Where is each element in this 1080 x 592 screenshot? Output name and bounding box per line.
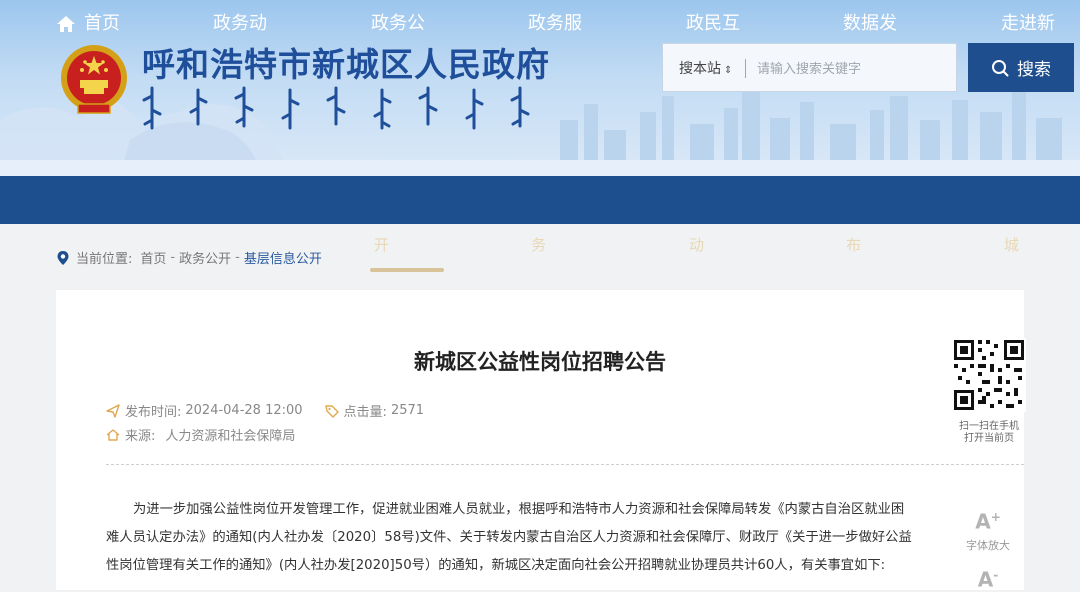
nav-item-data-release[interactable]: 数据发 [843, 0, 897, 48]
breadcrumb-separator: - [235, 250, 240, 265]
article-card: 新城区公益性岗位招聘公告 发布时间: 2024-04-28 12:00 点击量:… [56, 290, 1026, 591]
search-input[interactable] [755, 54, 949, 84]
meta-divider [106, 464, 1024, 465]
nav-overflow-text: 务 [531, 236, 547, 254]
views-value: 2571 [390, 403, 425, 418]
search-icon [992, 59, 1009, 76]
nav-item-services[interactable]: 政务服 [528, 0, 582, 48]
tag-icon [324, 404, 339, 418]
nav-item-news[interactable]: 政务动 [213, 0, 267, 48]
breadcrumb-separator: - [170, 250, 176, 265]
qr-caption-line: 扫一扫在手机 [959, 421, 1019, 432]
breadcrumb-current[interactable]: 基层信息公开 [244, 248, 322, 267]
breadcrumb-home[interactable]: 首页 [140, 248, 166, 267]
font-decrease-sign: - [993, 568, 999, 582]
search-button[interactable]: 搜索 [968, 43, 1074, 92]
source-row: 来源: 人力资源和社会保障局 [106, 425, 295, 444]
font-increase-glyph: A [975, 509, 991, 534]
main-nav [0, 176, 1080, 224]
source-label: 来源: [125, 429, 156, 444]
breadcrumb: 当前位置: 首页 - 政务公开 - 基层信息公开 [56, 248, 322, 267]
publish-time-value: 2024-04-28 12:00 [185, 403, 303, 418]
breadcrumb-open-government[interactable]: 政务公开 [179, 248, 231, 267]
qr-caption: 扫一扫在手机 打开当前页 [936, 421, 1042, 445]
search-scope-dropdown[interactable]: 搜本站 ⇕ [679, 58, 732, 78]
search-scope-label: 搜本站 [679, 61, 721, 77]
publish-time-label: 发布时间: [125, 405, 182, 420]
nav-overflow-text: 城 [1004, 236, 1020, 254]
nav-item-label: 首页 [84, 13, 120, 34]
font-decrease-glyph: A [977, 567, 994, 592]
qr-code [952, 338, 1026, 412]
search-box: 搜本站 ⇕ [662, 43, 957, 92]
chevron-updown-icon: ⇕ [724, 65, 733, 76]
location-pin-icon [57, 250, 69, 265]
nav-overflow-text: 开 [374, 236, 390, 254]
mongolian-script-title [142, 86, 530, 130]
nav-item-interaction[interactable]: 政民互 [686, 0, 740, 48]
site-title: 呼和浩特市新城区人民政府 [142, 45, 550, 84]
font-increase-sign: + [990, 510, 1001, 524]
nav-overflow-text: 动 [689, 236, 705, 254]
font-size-increase-button[interactable]: A+ 字体放大 [953, 506, 1023, 553]
search-button-label: 搜索 [1017, 60, 1051, 80]
national-emblem-logo [61, 45, 127, 114]
nav-overflow-text: 布 [846, 236, 862, 254]
article-title: 新城区公益性岗位招聘公告 [414, 350, 666, 374]
search-divider [745, 59, 746, 78]
active-nav-indicator [370, 268, 444, 272]
font-increase-icon: A+ [953, 506, 1023, 533]
home-icon [57, 16, 75, 32]
font-increase-label: 字体放大 [966, 538, 1010, 552]
nav-item-about-xincheng[interactable]: 走进新 [1001, 0, 1055, 48]
source-value: 人力资源和社会保障局 [165, 429, 296, 444]
article-body: 为进一步加强公益性岗位开发管理工作，促进就业困难人员就业，根据呼和浩特市人力资源… [106, 502, 912, 573]
breadcrumb-prefix: 当前位置: [76, 252, 133, 267]
nav-item-home[interactable]: 首页 [56, 0, 120, 48]
views-label: 点击量: [343, 405, 387, 420]
font-size-decrease-button[interactable]: A- [953, 564, 1023, 591]
qr-caption-line: 打开当前页 [964, 433, 1014, 444]
publish-time-row: 发布时间: 2024-04-28 12:00 点击量: 2571 [106, 401, 424, 420]
house-icon [106, 428, 120, 441]
nav-item-open-government[interactable]: 政务公 [371, 0, 425, 48]
paper-plane-icon [106, 403, 120, 418]
font-decrease-icon: A- [953, 564, 1023, 591]
